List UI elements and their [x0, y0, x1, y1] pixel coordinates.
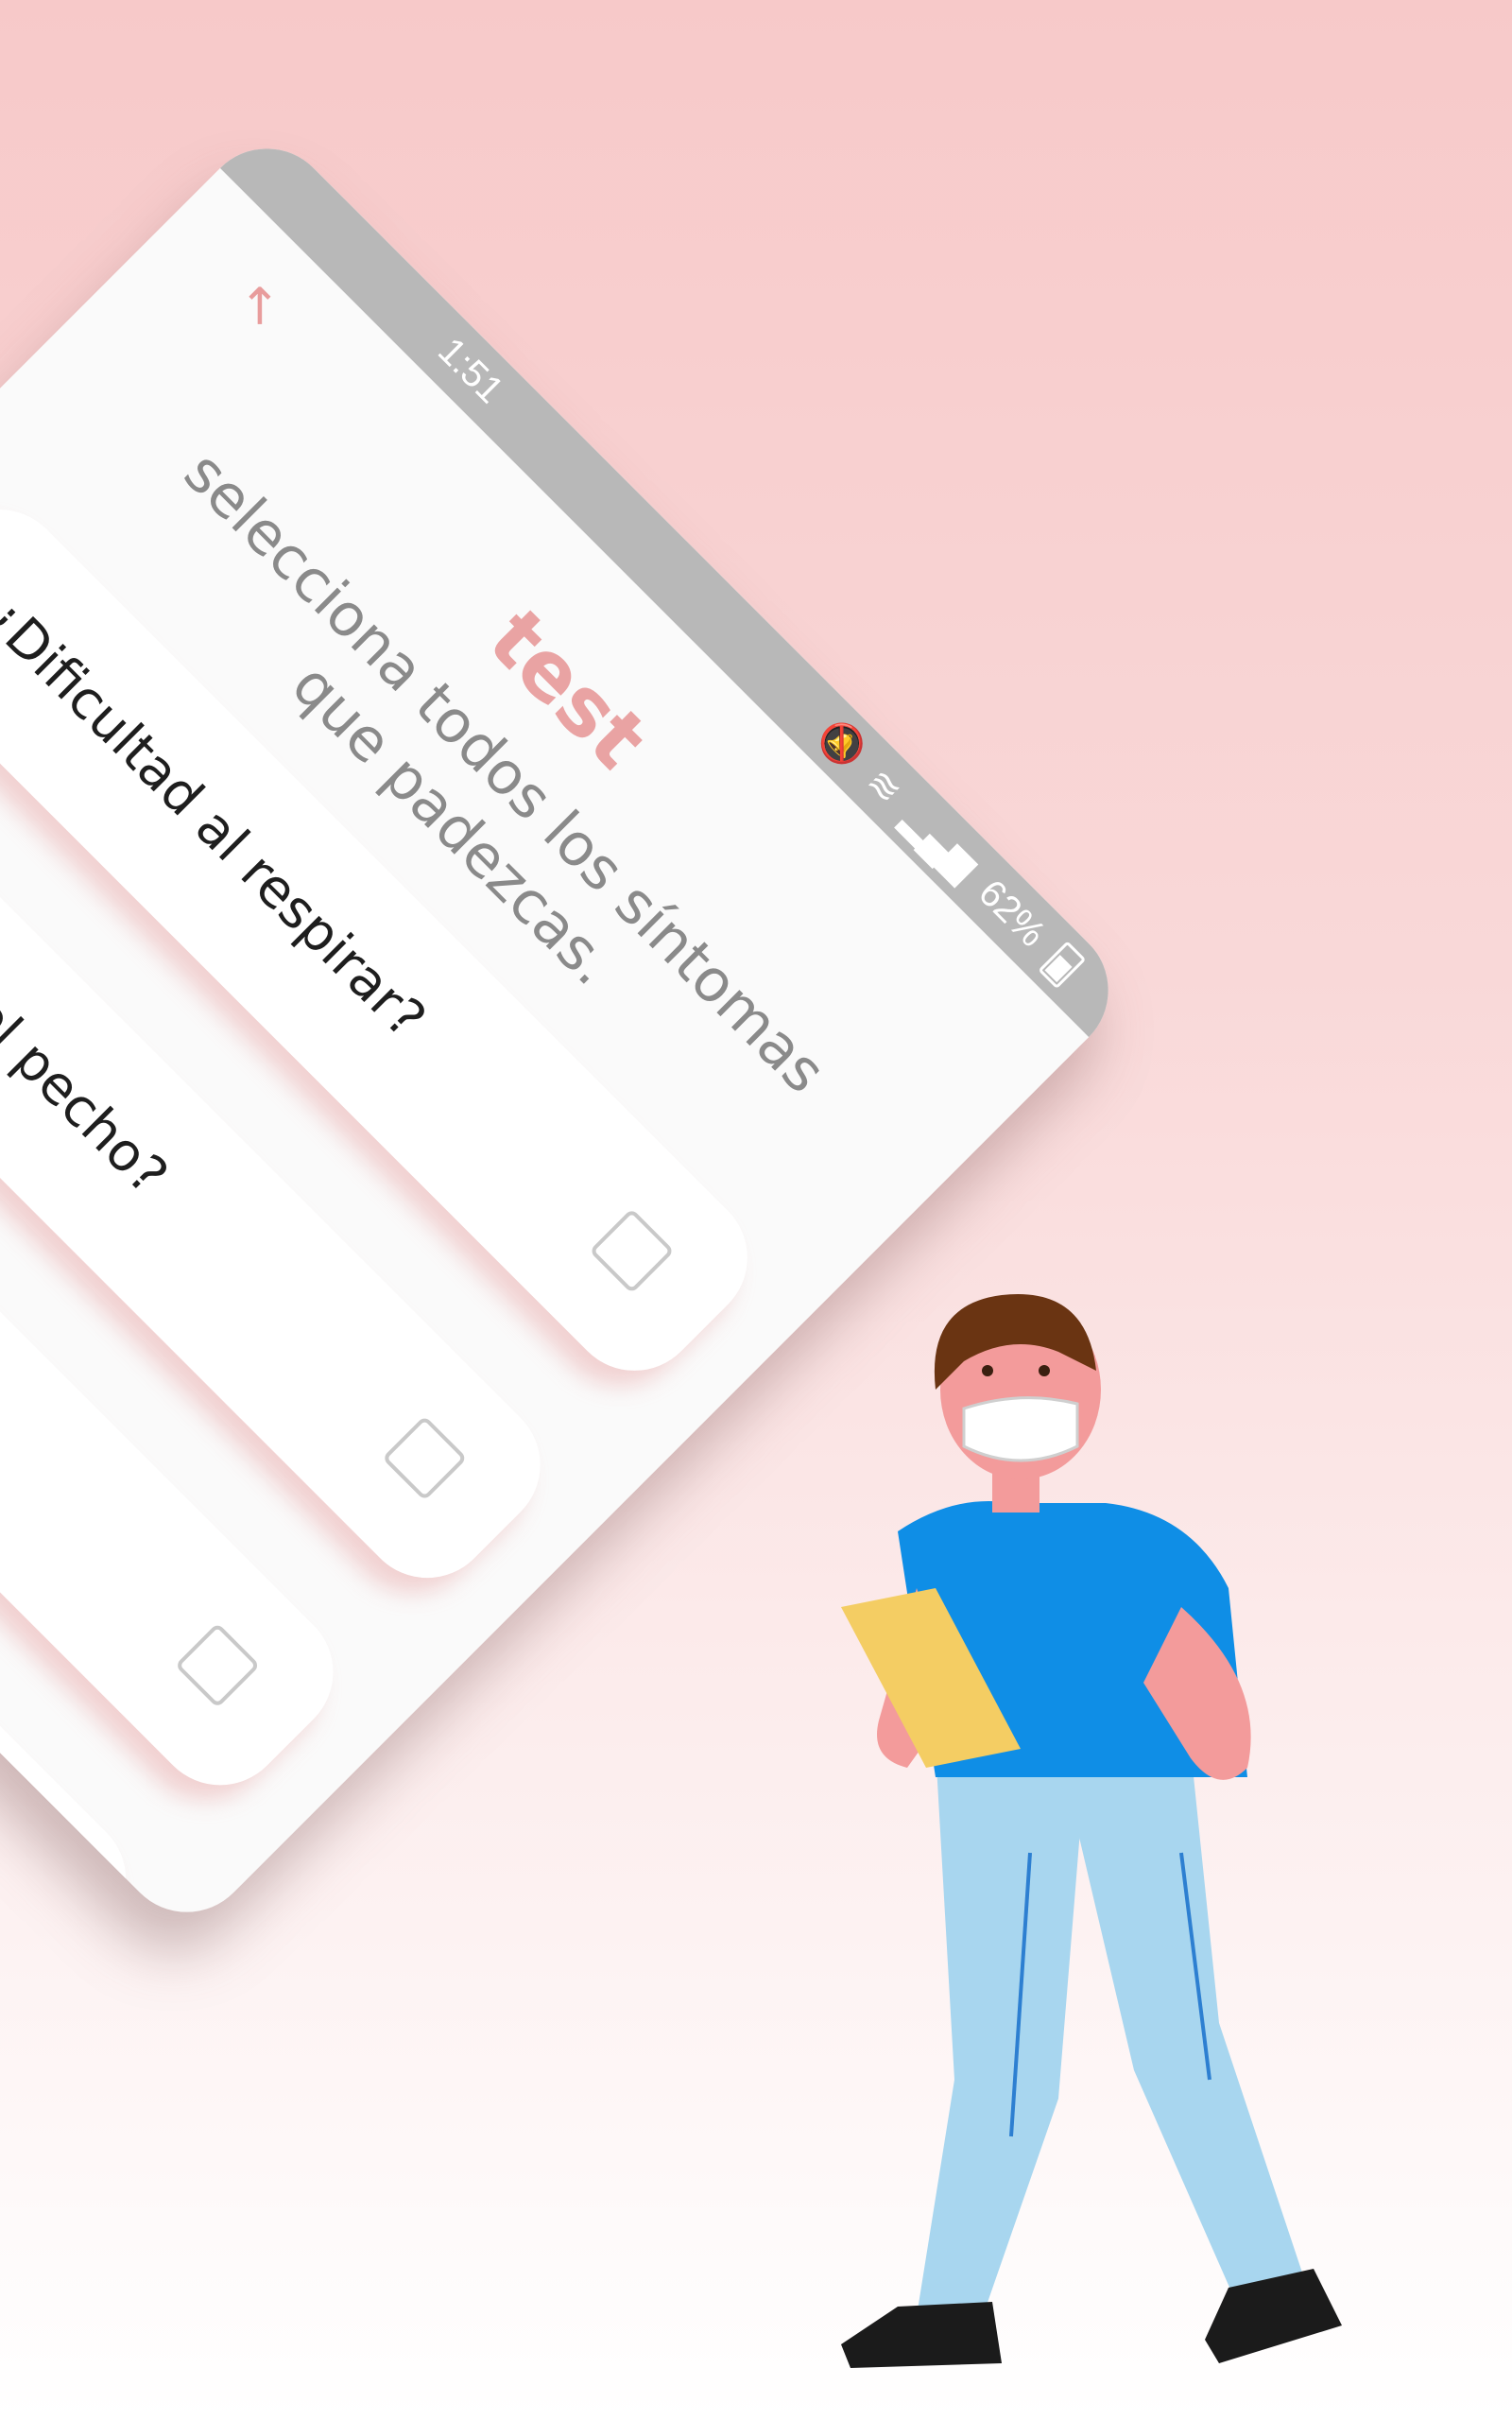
legs	[917, 1749, 1304, 2316]
status-time: 1:51	[429, 329, 512, 412]
symptom-checkbox[interactable]	[0, 1829, 54, 1916]
battery-icon	[1038, 940, 1087, 989]
shoes	[841, 2269, 1342, 2368]
face-mask-icon	[962, 1396, 1079, 1462]
mute-icon: 🔕	[810, 712, 873, 776]
health-worker-illustration	[841, 1294, 1342, 2368]
symptom-checkbox[interactable]	[174, 1622, 261, 1709]
signal-icon: ▂▄▆	[895, 797, 986, 888]
symptom-checkbox[interactable]	[382, 1415, 468, 1501]
wifi-icon: ≋	[858, 760, 911, 813]
battery-label: 62%	[970, 872, 1054, 956]
symptom-checkbox[interactable]	[589, 1208, 675, 1294]
